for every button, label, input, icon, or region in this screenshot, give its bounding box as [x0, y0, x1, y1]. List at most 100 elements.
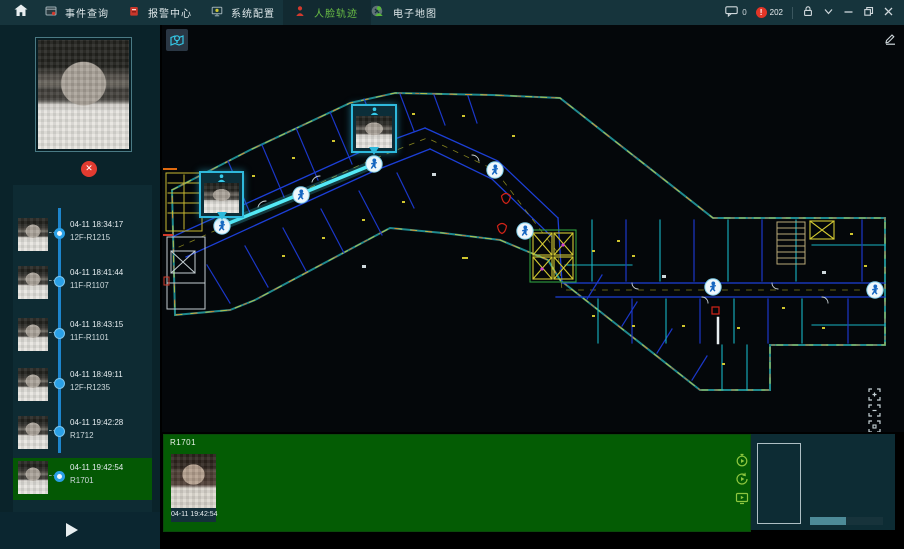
zoom-reset-button[interactable] [868, 420, 881, 432]
replay-button[interactable] [735, 472, 749, 486]
message-count: 0 [742, 8, 746, 17]
edit-map-button[interactable] [883, 32, 896, 50]
preview-placeholder [757, 443, 801, 524]
floor-plan-map[interactable] [162, 25, 904, 432]
person-bust-icon [201, 173, 242, 183]
capture-thumb [18, 266, 48, 299]
titlebar: 事件查询 报警中心 系统配置 人脸轨迹 [0, 0, 904, 25]
monitor-play-icon [735, 491, 749, 505]
card-pointer [217, 212, 227, 225]
capture-time: 04-11 18:34:17 [70, 220, 123, 229]
map-face-card[interactable] [351, 104, 397, 153]
timed-playback-button[interactable] [735, 453, 749, 467]
capture-time: 04-11 18:41:44 [70, 268, 123, 277]
timeline-item[interactable]: 04-11 18:41:44 11F-R1107 [13, 263, 152, 305]
map-locate-button[interactable] [166, 29, 188, 51]
titlebar-divider [792, 7, 793, 19]
message-icon[interactable] [725, 4, 738, 22]
map-area [162, 25, 904, 432]
timeline-item[interactable]: 04-11 18:43:15 11F-R1101 [13, 315, 152, 357]
capture-location: 11F-R1107 [70, 281, 109, 290]
live-video-button[interactable] [735, 491, 749, 505]
minimize-button[interactable] [843, 4, 854, 22]
floor-plan-walls [164, 93, 885, 390]
tab-alarm-center[interactable]: 报警中心 [128, 0, 192, 25]
lock-icon[interactable] [802, 4, 814, 22]
scrollbar-thumb[interactable] [810, 517, 846, 525]
capture-location: 12F-R1215 [70, 233, 110, 242]
capture-location: R1701 [70, 476, 94, 485]
map-face-image [204, 183, 239, 213]
tab-event-query[interactable]: 事件查询 [45, 0, 109, 25]
pencil-icon [883, 32, 896, 45]
timeline-item-selected[interactable]: 04-11 19:42:54 R1701 [13, 458, 152, 500]
person-marker[interactable] [487, 162, 503, 178]
timeline-dot [54, 328, 65, 339]
zoom-reset-icon [868, 420, 881, 432]
tab-label: 人脸轨迹 [314, 5, 358, 20]
capture-thumb [18, 318, 48, 351]
card-pointer [369, 147, 379, 160]
zoom-out-button[interactable] [868, 404, 881, 417]
capture-time: 04-11 18:49:11 [70, 370, 123, 379]
person-marker[interactable] [293, 187, 309, 203]
tab-face-trajectory[interactable]: 人脸轨迹 [294, 0, 383, 25]
map-pin-icon [169, 32, 185, 48]
snapshot-time: 04-11 19:42:54 [171, 508, 216, 522]
capture-thumb [18, 416, 48, 449]
timeline-item[interactable]: 04-11 18:49:11 12F-R1235 [13, 365, 152, 407]
preview-panel [751, 434, 895, 530]
snapshot-card[interactable]: 04-11 19:42:54 [171, 454, 216, 522]
zoom-out-icon [868, 404, 881, 417]
capture-location: 12F-R1235 [70, 383, 110, 392]
restore-button[interactable] [863, 4, 874, 22]
trajectory-timeline-panel: 04-11 18:34:17 12F-R1215 04-11 18:41:44 … [13, 185, 152, 512]
playback-action-buttons [735, 453, 749, 505]
capture-detail-panel: R1701 04-11 19:42:54 [163, 434, 751, 532]
person-marker[interactable] [867, 282, 883, 298]
map-zoom-controls [868, 388, 881, 432]
timeline-dot [54, 426, 65, 437]
timer-play-icon [735, 453, 749, 467]
electronic-map-icon [373, 4, 385, 22]
close-window-button[interactable] [883, 4, 894, 22]
clear-target-button[interactable]: ✕ [81, 161, 97, 177]
capture-time: 04-11 19:42:54 [70, 463, 123, 472]
capture-time: 04-11 19:42:28 [70, 418, 123, 427]
sidebar-face-trajectory: ✕ 04-11 18:34:17 12F-R1215 04-11 18:41:4… [0, 25, 160, 549]
titlebar-right-controls: 0 ! 202 [725, 0, 894, 25]
capture-location: 11F-R1101 [70, 333, 109, 342]
tab-electronic-map[interactable]: 电子地图 [373, 0, 437, 25]
home-button[interactable] [14, 0, 28, 25]
zoom-in-button[interactable] [868, 388, 881, 401]
chevron-down-icon[interactable] [823, 4, 834, 22]
timeline-dot [54, 378, 65, 389]
timeline-item[interactable]: 04-11 19:42:28 R1712 [13, 413, 152, 455]
person-markers [214, 156, 883, 298]
play-button[interactable] [66, 523, 78, 537]
capture-thumb [18, 368, 48, 401]
timeline-dot [54, 471, 65, 482]
zoom-in-icon [868, 388, 881, 401]
tab-label: 事件查询 [65, 5, 109, 20]
horizontal-scrollbar[interactable] [810, 517, 883, 525]
map-face-card[interactable] [199, 171, 244, 218]
tab-system-config[interactable]: 系统配置 [211, 0, 275, 25]
tab-label: 电子地图 [393, 5, 437, 20]
person-marker[interactable] [705, 279, 721, 295]
snapshot-image [171, 454, 216, 508]
alarm-badge[interactable]: ! 202 [756, 7, 783, 18]
alarm-count: 202 [770, 8, 783, 17]
alarm-exclaim-icon: ! [756, 7, 767, 18]
person-bust-icon [353, 106, 395, 116]
capture-thumb [18, 461, 48, 494]
timeline-item[interactable]: 04-11 18:34:17 12F-R1215 [13, 215, 152, 257]
person-marker[interactable] [517, 223, 533, 239]
capture-location: R1712 [70, 431, 94, 440]
home-icon [14, 4, 28, 22]
target-face-image [38, 40, 129, 149]
circle-play-icon [735, 472, 749, 486]
system-config-icon [211, 4, 223, 22]
tab-label: 报警中心 [148, 5, 192, 20]
tab-label: 系统配置 [231, 5, 275, 20]
